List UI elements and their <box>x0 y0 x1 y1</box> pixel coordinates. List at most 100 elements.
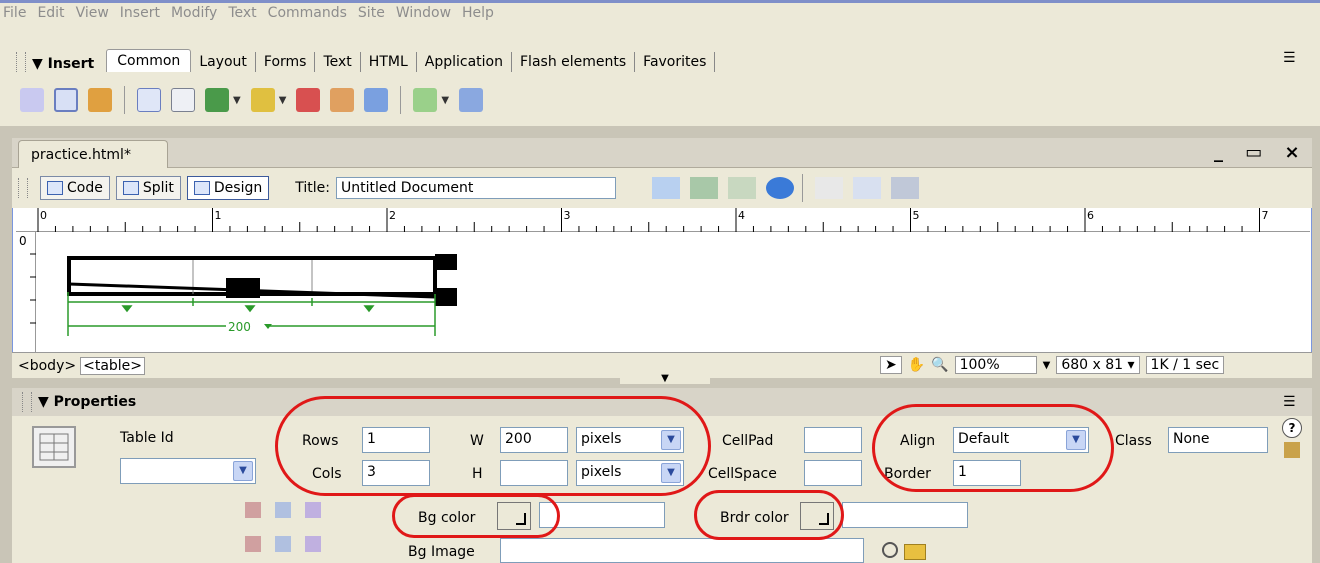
tab-text[interactable]: Text <box>315 52 361 72</box>
comment-icon[interactable] <box>364 88 389 112</box>
design-view-button[interactable]: Design <box>186 176 270 200</box>
download-time: 1K / 1 sec <box>1145 356 1225 374</box>
media-icon[interactable] <box>250 88 275 112</box>
menu-help[interactable]: Help <box>459 5 497 21</box>
collapse-properties-icon[interactable]: ▼ <box>620 374 710 384</box>
zoom-field[interactable]: 100% <box>954 356 1037 374</box>
tag-table[interactable]: <table> <box>80 356 146 375</box>
tag-chooser-icon[interactable] <box>459 88 484 112</box>
browser-check-icon[interactable] <box>689 177 718 199</box>
ruler-label: 7 <box>1262 209 1269 222</box>
brdrcolor-input[interactable] <box>842 502 968 528</box>
templates-icon[interactable] <box>413 88 438 112</box>
email-link-icon[interactable] <box>54 88 78 112</box>
status-info: ➤ ✋ 🔍 100% ▼ 680 x 81 ▾ 1K / 1 sec <box>880 356 1225 374</box>
zoom-tool-icon[interactable]: 🔍 <box>931 357 948 373</box>
point-to-file-icon[interactable] <box>882 542 898 558</box>
validate-icon[interactable] <box>651 177 680 199</box>
chevron-down-icon: ▼ <box>233 461 253 481</box>
select-tool-icon[interactable]: ➤ <box>880 356 902 374</box>
bgimage-input[interactable] <box>500 538 864 563</box>
tab-common[interactable]: Common <box>106 49 192 72</box>
table-id-select[interactable]: ▼ <box>120 458 256 484</box>
table-width-label: 200 <box>228 320 251 334</box>
file-management-icon[interactable] <box>727 177 756 199</box>
tab-flash-elements[interactable]: Flash elements <box>512 52 636 72</box>
menu-file[interactable]: File <box>0 5 29 21</box>
insert-panel-title[interactable]: ▼ Insert <box>32 56 94 72</box>
design-icon <box>193 181 210 195</box>
server-side-include-icon[interactable] <box>330 88 355 112</box>
document-titlebar <box>12 138 1312 168</box>
document-toolbar: Code Split Design Title: Untitled Docume… <box>12 168 1312 208</box>
hyperlink-icon[interactable] <box>20 88 44 112</box>
resize-handle[interactable] <box>435 288 457 306</box>
insert-icon-toolbar: ▼ ▼ ▼ <box>20 80 484 120</box>
panel-options-icon[interactable]: ☰ <box>1283 50 1296 66</box>
menu-modify[interactable]: Modify <box>168 5 220 21</box>
edit-rule-icon[interactable] <box>1284 442 1300 458</box>
tag-body[interactable]: <body> <box>16 358 78 374</box>
named-anchor-icon[interactable] <box>88 88 112 112</box>
clear-widths-icon[interactable] <box>245 536 261 552</box>
ruler-label: 1 <box>215 209 222 222</box>
convert-heights-pixels-icon[interactable] <box>275 536 291 552</box>
menu-edit[interactable]: Edit <box>34 5 67 21</box>
convert-widths-percent-icon[interactable] <box>305 502 321 518</box>
hand-tool-icon[interactable]: ✋ <box>908 357 925 373</box>
class-select[interactable]: None <box>1168 427 1268 453</box>
templates-dropdown-icon[interactable]: ▼ <box>441 95 449 106</box>
cellpad-input[interactable] <box>804 427 862 453</box>
resize-handle[interactable] <box>226 278 260 298</box>
title-input[interactable]: Untitled Document <box>335 177 616 199</box>
folder-icon[interactable] <box>904 544 926 560</box>
tab-html[interactable]: HTML <box>361 52 417 72</box>
help-icon[interactable]: ? <box>1282 418 1302 438</box>
panel-grip[interactable] <box>16 52 26 72</box>
split-view-button[interactable]: Split <box>115 176 181 200</box>
document-tab[interactable]: practice.html* <box>18 140 168 168</box>
convert-widths-pixels-icon[interactable] <box>275 502 291 518</box>
properties-options-icon[interactable]: ☰ <box>1283 394 1296 410</box>
view-options-icon[interactable] <box>852 177 881 199</box>
media-dropdown-icon[interactable]: ▼ <box>279 95 287 106</box>
tab-favorites[interactable]: Favorites <box>635 52 716 72</box>
menu-site[interactable]: Site <box>355 5 388 21</box>
menu-view[interactable]: View <box>73 5 112 21</box>
images-icon[interactable] <box>205 88 229 112</box>
menu-bar: File Edit View Insert Modify Text Commands Site… <box>0 0 1320 22</box>
tab-layout[interactable]: Layout <box>191 52 256 72</box>
bgimage-label: Bg Image <box>408 544 475 560</box>
code-view-button[interactable]: Code <box>40 176 110 200</box>
annotation-circle <box>694 490 844 540</box>
table-icon[interactable] <box>137 88 161 112</box>
code-icon <box>47 181 63 195</box>
zoom-dropdown-icon[interactable]: ▼ <box>1043 360 1051 371</box>
design-canvas[interactable]: 200 <box>38 232 1308 352</box>
split-icon <box>122 181 139 195</box>
title-label: Title: <box>295 180 330 196</box>
images-dropdown-icon[interactable]: ▼ <box>233 95 241 106</box>
tab-application[interactable]: Application <box>417 52 512 72</box>
resize-handle[interactable] <box>435 254 457 270</box>
menu-text[interactable]: Text <box>225 5 259 21</box>
vertical-ruler: 0 <box>16 232 36 352</box>
refresh-icon[interactable] <box>814 177 843 199</box>
div-tag-icon[interactable] <box>171 88 195 112</box>
toolbar-grip[interactable] <box>18 178 28 198</box>
ruler-label: 5 <box>913 209 920 222</box>
ruler-label: 2 <box>389 209 396 222</box>
date-icon[interactable] <box>296 88 321 112</box>
menu-insert[interactable]: Insert <box>117 5 163 21</box>
menu-window[interactable]: Window <box>393 5 454 21</box>
clear-heights-icon[interactable] <box>245 502 261 518</box>
preview-browser-icon[interactable] <box>765 177 794 199</box>
cellspace-input[interactable] <box>804 460 862 486</box>
menu-commands[interactable]: Commands <box>265 5 350 21</box>
visual-aids-icon[interactable] <box>890 177 919 199</box>
insert-tabs: ▼ Insert Common Layout Forms Text HTML Applic… <box>16 44 716 72</box>
convert-heights-percent-icon[interactable] <box>305 536 321 552</box>
window-controls[interactable]: _ ▭ × <box>1214 142 1308 163</box>
tab-forms[interactable]: Forms <box>256 52 316 72</box>
window-size-field[interactable]: 680 x 81 ▾ <box>1056 356 1140 374</box>
